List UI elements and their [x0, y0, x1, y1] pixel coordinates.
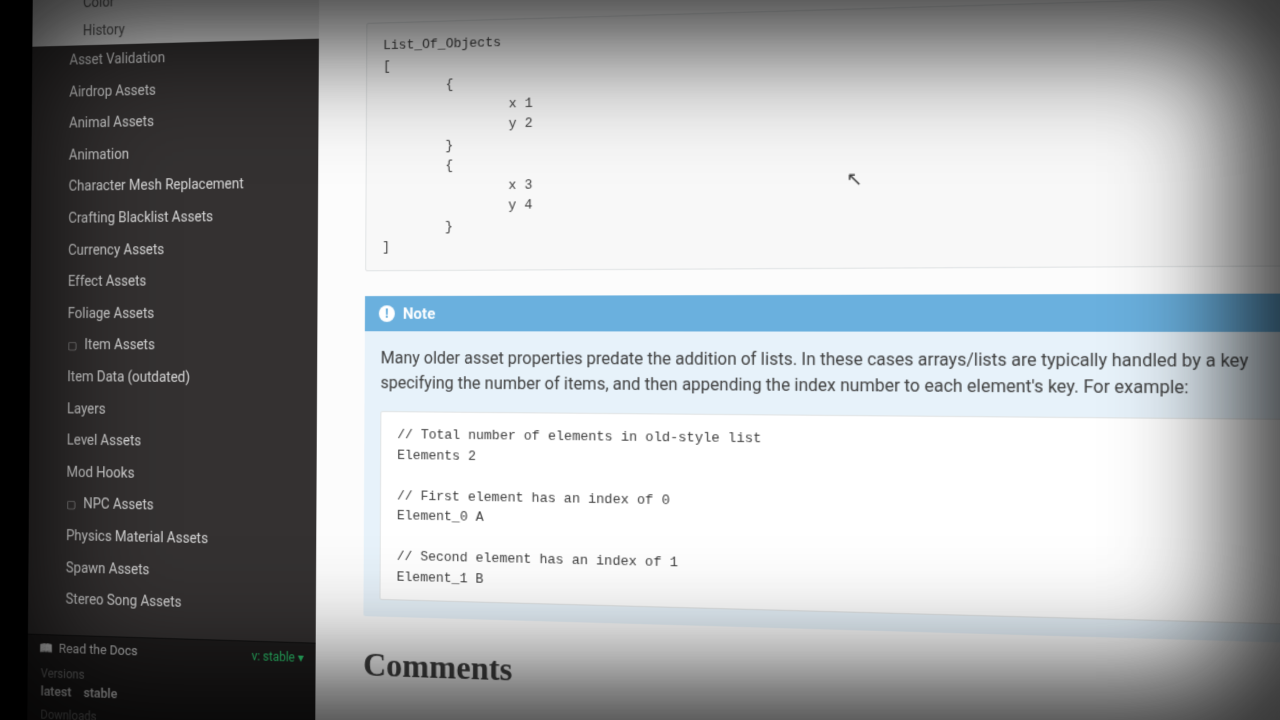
rtd-downloads-heading: Downloads: [40, 707, 301, 720]
rtd-flyout-panel: Versions latest stable Downloads: [27, 662, 315, 720]
sidebar-item-layers[interactable]: Layers: [30, 394, 318, 429]
sidebar-item-level-assets[interactable]: Level Assets: [29, 425, 317, 461]
sidebar-item-currency-assets[interactable]: Currency Assets: [31, 233, 318, 267]
rtd-version-selector[interactable]: v: stable: [251, 648, 303, 664]
code-example-list-of-objects: List_Of_Objects [ { x 1 y 2 } { x 3 y 4 …: [365, 0, 1280, 271]
note-title-bar: ! Note: [365, 293, 1280, 331]
note-body: Many older asset properties predate the …: [363, 331, 1280, 644]
sidebar-item-mod-hooks[interactable]: Mod Hooks: [29, 457, 317, 493]
sidebar-item-item-assets[interactable]: Item Assets: [30, 330, 317, 363]
sidebar-item-effect-assets[interactable]: Effect Assets: [30, 266, 317, 299]
sidebar-item-animal-assets[interactable]: Animal Assets: [32, 103, 319, 141]
code-example-old-style-list: // Total number of elements in old-style…: [379, 411, 1280, 625]
note-admonition: ! Note Many older asset properties preda…: [363, 293, 1280, 644]
sidebar-item-stereo-song-assets[interactable]: Stereo Song Assets: [28, 584, 316, 624]
sidebar-item-animation[interactable]: Animation: [31, 136, 318, 173]
section-heading-comments: Comments: [363, 645, 1280, 717]
rtd-label: Read the Docs: [59, 642, 138, 660]
note-body-text: Many older asset properties predate the …: [380, 347, 1248, 398]
note-title-text: Note: [403, 304, 435, 323]
sidebar-item-label: NPC Assets: [83, 496, 153, 513]
sidebar-nav: Asset Validation Airdrop Assets Animal A…: [28, 39, 319, 643]
sidebar-item-item-data-outdated[interactable]: Item Data (outdated): [30, 362, 317, 396]
rtd-version-stable[interactable]: stable: [83, 686, 117, 702]
sidebar: Color History Asset Validation Airdrop A…: [27, 0, 319, 720]
info-icon: !: [379, 305, 395, 322]
rtd-version-latest[interactable]: latest: [41, 684, 72, 700]
book-icon: Read the Docs: [39, 641, 138, 659]
main-content: Lists can also contain dictionaries as s…: [315, 0, 1280, 720]
sidebar-item-foliage-assets[interactable]: Foliage Assets: [30, 298, 317, 330]
sidebar-item-crafting-blacklist-assets[interactable]: Crafting Blacklist Assets: [31, 201, 318, 236]
sidebar-item-character-mesh-replacement[interactable]: Character Mesh Replacement: [31, 168, 318, 204]
sidebar-item-label: Item Assets: [84, 337, 155, 353]
